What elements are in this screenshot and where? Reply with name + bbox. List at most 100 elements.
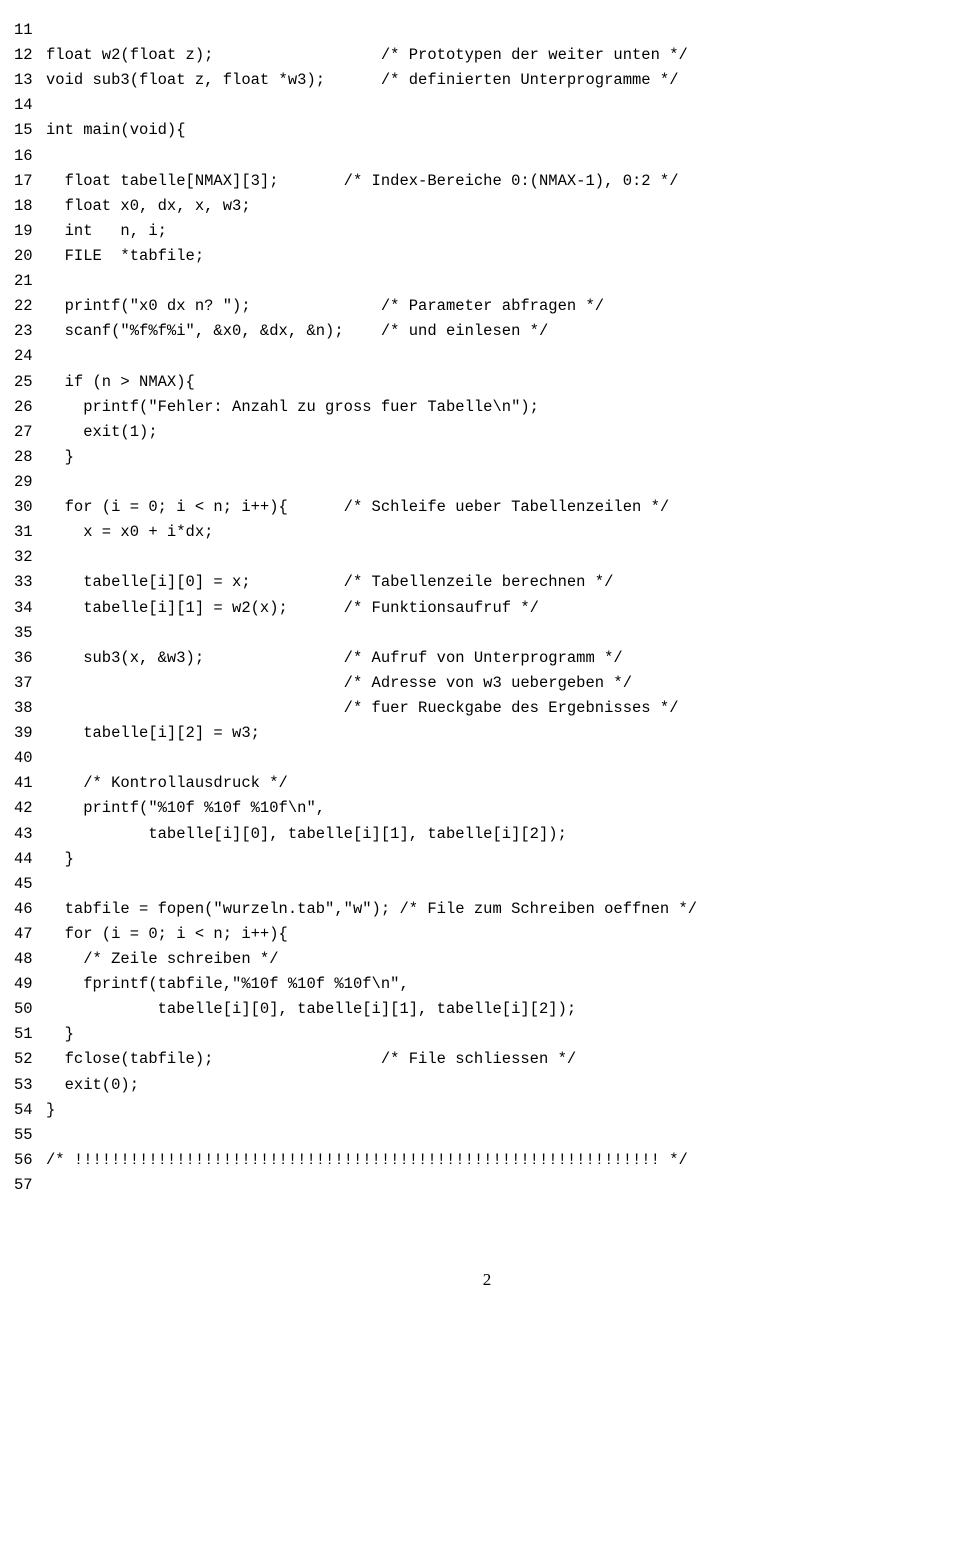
code-line: 16 bbox=[14, 144, 960, 169]
code-line: 33 tabelle[i][0] = x; /* Tabellenzeile b… bbox=[14, 570, 960, 595]
code-line: 40 bbox=[14, 746, 960, 771]
code-line: 41 /* Kontrollausdruck */ bbox=[14, 771, 960, 796]
code-line: 44 } bbox=[14, 847, 960, 872]
code-text: /* !!!!!!!!!!!!!!!!!!!!!!!!!!!!!!!!!!!!!… bbox=[46, 1148, 688, 1173]
code-text: } bbox=[46, 445, 74, 470]
code-text: /* Kontrollausdruck */ bbox=[46, 771, 288, 796]
code-line: 42 printf("%10f %10f %10f\n", bbox=[14, 796, 960, 821]
line-number: 36 bbox=[14, 646, 46, 671]
code-line: 13void sub3(float z, float *w3); /* defi… bbox=[14, 68, 960, 93]
line-number: 54 bbox=[14, 1098, 46, 1123]
code-text: int n, i; bbox=[46, 219, 167, 244]
code-text: exit(0); bbox=[46, 1073, 139, 1098]
code-line: 28 } bbox=[14, 445, 960, 470]
code-text: exit(1); bbox=[46, 420, 158, 445]
code-text: scanf("%f%f%i", &x0, &dx, &n); /* und ei… bbox=[46, 319, 548, 344]
line-number: 53 bbox=[14, 1073, 46, 1098]
code-text: float tabelle[NMAX][3]; /* Index-Bereich… bbox=[46, 169, 679, 194]
code-line: 56/* !!!!!!!!!!!!!!!!!!!!!!!!!!!!!!!!!!!… bbox=[14, 1148, 960, 1173]
line-number: 37 bbox=[14, 671, 46, 696]
line-number: 27 bbox=[14, 420, 46, 445]
line-number: 19 bbox=[14, 219, 46, 244]
line-number: 23 bbox=[14, 319, 46, 344]
line-number: 55 bbox=[14, 1123, 46, 1148]
code-line: 31 x = x0 + i*dx; bbox=[14, 520, 960, 545]
code-line: 32 bbox=[14, 545, 960, 570]
code-line: 55 bbox=[14, 1123, 960, 1148]
line-number: 44 bbox=[14, 847, 46, 872]
line-number: 12 bbox=[14, 43, 46, 68]
line-number: 16 bbox=[14, 144, 46, 169]
code-line: 19 int n, i; bbox=[14, 219, 960, 244]
line-number: 34 bbox=[14, 596, 46, 621]
code-text: fclose(tabfile); /* File schliessen */ bbox=[46, 1047, 576, 1072]
code-text: x = x0 + i*dx; bbox=[46, 520, 213, 545]
code-line: 53 exit(0); bbox=[14, 1073, 960, 1098]
line-number: 20 bbox=[14, 244, 46, 269]
code-text: if (n > NMAX){ bbox=[46, 370, 195, 395]
code-line: 57 bbox=[14, 1173, 960, 1198]
code-text: FILE *tabfile; bbox=[46, 244, 204, 269]
code-line: 38 /* fuer Rueckgabe des Ergebnisses */ bbox=[14, 696, 960, 721]
line-number: 26 bbox=[14, 395, 46, 420]
code-text: } bbox=[46, 1022, 74, 1047]
code-line: 36 sub3(x, &w3); /* Aufruf von Unterprog… bbox=[14, 646, 960, 671]
line-number: 57 bbox=[14, 1173, 46, 1198]
line-number: 40 bbox=[14, 746, 46, 771]
line-number: 29 bbox=[14, 470, 46, 495]
code-text: /* Zeile schreiben */ bbox=[46, 947, 279, 972]
code-text: void sub3(float z, float *w3); /* defini… bbox=[46, 68, 679, 93]
line-number: 13 bbox=[14, 68, 46, 93]
code-text: fprintf(tabfile,"%10f %10f %10f\n", bbox=[46, 972, 409, 997]
line-number: 33 bbox=[14, 570, 46, 595]
code-line: 39 tabelle[i][2] = w3; bbox=[14, 721, 960, 746]
line-number: 15 bbox=[14, 118, 46, 143]
code-line: 45 bbox=[14, 872, 960, 897]
code-text: printf("Fehler: Anzahl zu gross fuer Tab… bbox=[46, 395, 539, 420]
code-line: 25 if (n > NMAX){ bbox=[14, 370, 960, 395]
line-number: 35 bbox=[14, 621, 46, 646]
line-number: 49 bbox=[14, 972, 46, 997]
line-number: 30 bbox=[14, 495, 46, 520]
code-text: tabfile = fopen("wurzeln.tab","w"); /* F… bbox=[46, 897, 697, 922]
code-line: 30 for (i = 0; i < n; i++){ /* Schleife … bbox=[14, 495, 960, 520]
code-text: printf("%10f %10f %10f\n", bbox=[46, 796, 325, 821]
code-line: 18 float x0, dx, x, w3; bbox=[14, 194, 960, 219]
code-line: 51 } bbox=[14, 1022, 960, 1047]
code-line: 23 scanf("%f%f%i", &x0, &dx, &n); /* und… bbox=[14, 319, 960, 344]
code-line: 48 /* Zeile schreiben */ bbox=[14, 947, 960, 972]
code-line: 52 fclose(tabfile); /* File schliessen *… bbox=[14, 1047, 960, 1072]
line-number: 41 bbox=[14, 771, 46, 796]
code-line: 43 tabelle[i][0], tabelle[i][1], tabelle… bbox=[14, 822, 960, 847]
code-line: 15int main(void){ bbox=[14, 118, 960, 143]
code-listing: 1112float w2(float z); /* Prototypen der… bbox=[14, 18, 960, 1198]
code-line: 29 bbox=[14, 470, 960, 495]
code-text: int main(void){ bbox=[46, 118, 186, 143]
code-line: 17 float tabelle[NMAX][3]; /* Index-Bere… bbox=[14, 169, 960, 194]
code-text: tabelle[i][0] = x; /* Tabellenzeile bere… bbox=[46, 570, 613, 595]
page-number: 2 bbox=[14, 1266, 960, 1294]
line-number: 38 bbox=[14, 696, 46, 721]
line-number: 47 bbox=[14, 922, 46, 947]
line-number: 52 bbox=[14, 1047, 46, 1072]
code-text: tabelle[i][1] = w2(x); /* Funktionsaufru… bbox=[46, 596, 539, 621]
line-number: 28 bbox=[14, 445, 46, 470]
code-line: 12float w2(float z); /* Prototypen der w… bbox=[14, 43, 960, 68]
line-number: 46 bbox=[14, 897, 46, 922]
line-number: 50 bbox=[14, 997, 46, 1022]
code-line: 35 bbox=[14, 621, 960, 646]
code-text: sub3(x, &w3); /* Aufruf von Unterprogram… bbox=[46, 646, 623, 671]
line-number: 11 bbox=[14, 18, 46, 43]
code-line: 34 tabelle[i][1] = w2(x); /* Funktionsau… bbox=[14, 596, 960, 621]
code-line: 11 bbox=[14, 18, 960, 43]
code-text: tabelle[i][0], tabelle[i][1], tabelle[i]… bbox=[46, 997, 576, 1022]
code-text: } bbox=[46, 847, 74, 872]
code-line: 54} bbox=[14, 1098, 960, 1123]
code-text: tabelle[i][0], tabelle[i][1], tabelle[i]… bbox=[46, 822, 567, 847]
code-text: for (i = 0; i < n; i++){ /* Schleife ueb… bbox=[46, 495, 669, 520]
line-number: 21 bbox=[14, 269, 46, 294]
code-text: for (i = 0; i < n; i++){ bbox=[46, 922, 288, 947]
line-number: 17 bbox=[14, 169, 46, 194]
code-line: 14 bbox=[14, 93, 960, 118]
code-text: /* Adresse von w3 uebergeben */ bbox=[46, 671, 632, 696]
